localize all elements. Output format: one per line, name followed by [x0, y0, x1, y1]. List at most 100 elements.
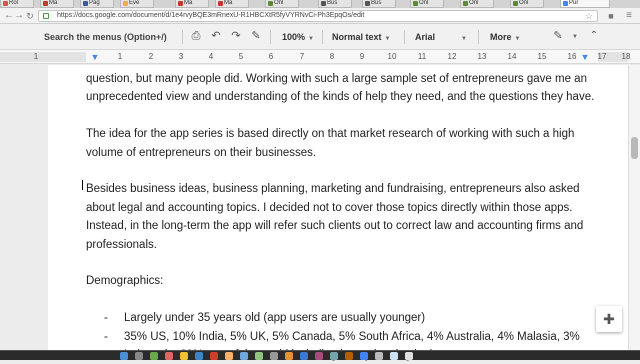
font-select[interactable]: Arial ▼ [415, 29, 467, 47]
chevron-down-icon: ▼ [461, 36, 467, 42]
paragraph-style-value: Normal text [332, 32, 382, 42]
tab-label: Rol [9, 0, 19, 6]
browser-tab[interactable]: Ma [215, 0, 249, 8]
tab-label: Ma [224, 0, 233, 6]
browser-tab[interactable]: Ma [175, 0, 209, 8]
back-arrow-icon[interactable]: ← [4, 11, 14, 21]
ruler-number: 10 [387, 52, 397, 61]
ruler-number: 15 [537, 52, 547, 61]
url-input[interactable]: https://docs.google.com/document/d/1e4rv… [38, 10, 598, 22]
ruler-number: 14 [507, 52, 517, 61]
print-icon[interactable]: ⎙ [190, 30, 202, 42]
tab-favicon-icon [3, 1, 8, 6]
browser-tab[interactable]: Bus [318, 0, 352, 8]
app-dock-icon[interactable] [285, 352, 293, 360]
os-dock [0, 350, 640, 360]
app-dock-icon[interactable] [270, 352, 278, 360]
app-dock-icon[interactable] [315, 352, 323, 360]
ruler-number: 1 [117, 52, 123, 61]
tab-label: Onl [469, 0, 479, 6]
font-value: Arial [415, 32, 436, 42]
app-dock-icon[interactable] [255, 352, 263, 360]
undo-icon[interactable]: ↶ [210, 30, 222, 42]
app-dock-icon[interactable] [345, 352, 353, 360]
app-dock-icon[interactable] [165, 352, 173, 360]
tab-favicon-icon [83, 1, 88, 6]
horizontal-ruler[interactable]: 1 ▼ 1 2 3 4 5 6 7 8 9 10 11 12 13 14 15 … [0, 50, 640, 64]
browser-tab-active[interactable]: Pur [560, 0, 610, 8]
tab-label: Onl [274, 0, 284, 6]
paint-format-icon[interactable]: ✎ [250, 30, 262, 42]
vertical-scrollbar[interactable] [628, 65, 640, 350]
ruler-number: 13 [477, 52, 487, 61]
docs-toolbar: Search the menus (Option+/) ⎙ ↶ ↷ ✎ 100%… [0, 24, 640, 50]
app-dock-icon[interactable] [300, 352, 308, 360]
browser-tab[interactable]: Pag [80, 0, 114, 8]
zoom-value: 100% [282, 32, 306, 42]
ruler-number: 7 [299, 52, 305, 61]
ruler-number: 4 [208, 52, 214, 61]
scrollbar-thumb[interactable] [631, 137, 638, 159]
menu-search-input[interactable]: Search the menus (Option+/) [44, 29, 167, 45]
collapse-chevron-icon[interactable]: ⌃ [588, 30, 600, 42]
chevron-down-icon[interactable]: ▼ [572, 34, 578, 40]
toolbar-divider [322, 30, 323, 44]
extension-icon[interactable]: ■ [606, 11, 616, 21]
tab-favicon-icon [321, 1, 326, 6]
ruler-number: 11 [417, 52, 427, 61]
app-dock-icon[interactable] [150, 352, 158, 360]
browser-tab[interactable]: Ma [40, 0, 74, 8]
browser-tab[interactable]: Bus [362, 0, 396, 8]
lock-icon [43, 13, 49, 19]
tab-favicon-icon [43, 1, 48, 6]
tab-favicon-icon [268, 1, 273, 6]
zoom-select[interactable]: 100% ▼ [282, 29, 314, 47]
app-dock-icon[interactable] [135, 352, 143, 360]
app-dock-icon[interactable] [195, 352, 203, 360]
right-indent-marker-icon[interactable]: ▼ [579, 51, 591, 63]
app-dock-icon[interactable] [180, 352, 188, 360]
app-dock-icon[interactable] [210, 352, 218, 360]
browser-tab[interactable]: Onl [460, 0, 494, 8]
address-bar: ← → ↻ https://docs.google.com/document/d… [0, 8, 640, 24]
app-dock-icon[interactable] [330, 352, 338, 360]
more-label: More [490, 32, 512, 42]
url-text: https://docs.google.com/document/d/1e4rv… [57, 12, 365, 19]
browser-tab[interactable]: Rol [0, 0, 34, 8]
browser-tab[interactable]: Onl [410, 0, 444, 8]
ruler-number: 2 [148, 52, 154, 61]
app-dock-icon[interactable] [405, 352, 413, 360]
reload-icon[interactable]: ↻ [25, 11, 35, 21]
redo-icon[interactable]: ↷ [230, 30, 242, 42]
edit-pen-icon[interactable]: ✎ [552, 30, 564, 42]
forward-arrow-icon[interactable]: → [14, 11, 24, 21]
chevron-down-icon: ▼ [514, 36, 521, 42]
tab-label: Ma [49, 0, 58, 6]
chrome-menu-icon[interactable]: ≡ [624, 11, 634, 21]
app-dock-icon[interactable] [120, 352, 128, 360]
tab-favicon-icon [563, 1, 568, 6]
paragraph-style-select[interactable]: Normal text ▼ [332, 29, 390, 47]
app-dock-icon[interactable] [390, 352, 398, 360]
app-dock-icon[interactable] [240, 352, 248, 360]
ruler-number: 8 [329, 52, 335, 61]
paragraph: The idea for the app series is based dir… [86, 128, 575, 159]
tab-label: Ma [184, 0, 193, 6]
ruler-number: 1 [33, 52, 39, 61]
app-dock-icon[interactable] [360, 352, 368, 360]
tab-favicon-icon [365, 1, 370, 6]
ruler-left-margin [0, 52, 86, 62]
browser-tab[interactable]: Onl [265, 0, 299, 8]
more-menu-button[interactable]: More ▼ [490, 29, 520, 47]
app-dock-icon[interactable] [225, 352, 233, 360]
add-comment-icon[interactable]: ✚ [596, 306, 622, 332]
ruler-number: 18 [621, 52, 631, 61]
browser-tab[interactable]: Eve [120, 0, 154, 8]
browser-tab[interactable]: Onl [510, 0, 544, 8]
document-body[interactable]: question, but many people did. Working w… [86, 70, 596, 364]
app-dock-icon[interactable] [375, 352, 383, 360]
tab-label: Pur [569, 0, 579, 6]
indent-marker-icon[interactable]: ▼ [89, 51, 101, 63]
tab-favicon-icon [463, 1, 468, 6]
bookmark-star-icon[interactable]: ☆ [585, 11, 593, 21]
